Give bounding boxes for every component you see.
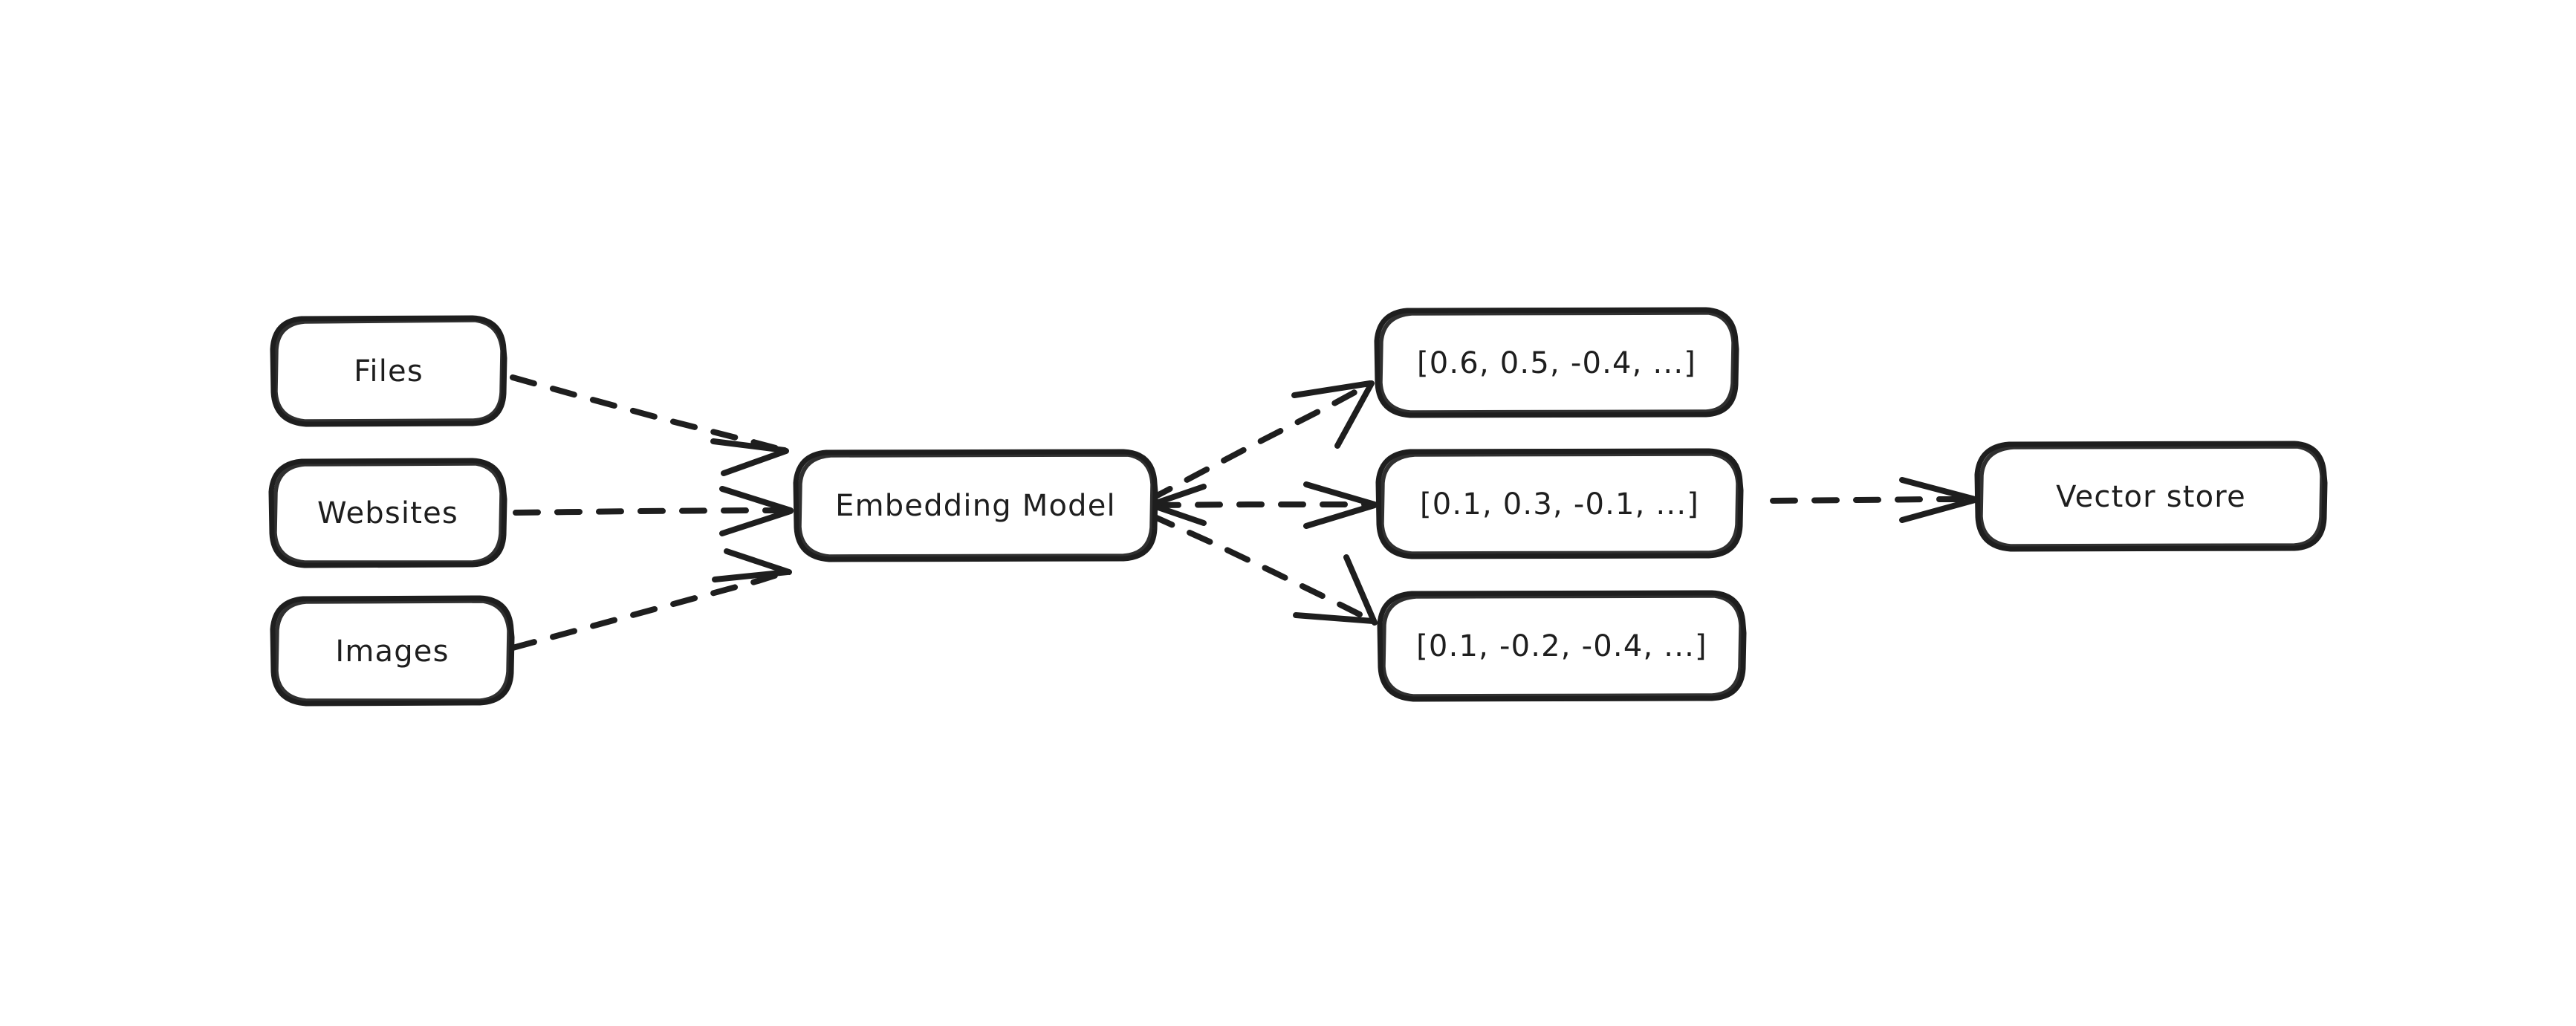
node-vector-1-hit[interactable]: [1377, 310, 1736, 416]
node-vector-store-hit[interactable]: [1977, 444, 2325, 550]
node-images-hit[interactable]: [273, 598, 512, 704]
node-websites-hit[interactable]: [271, 461, 505, 566]
edge-websites-to-model: [513, 486, 794, 536]
node-vector-2-hit[interactable]: [1378, 451, 1741, 557]
edge-model-to-vector-2: [1149, 481, 1378, 529]
edge-images-to-model: [510, 548, 792, 651]
edge-files-to-model: [510, 374, 789, 476]
edge-vectors-to-store: [1770, 477, 1978, 523]
node-vector-3-hit[interactable]: [1380, 593, 1744, 700]
node-embedding-model-hit[interactable]: [796, 452, 1155, 560]
edge-model-to-vector-3: [1149, 513, 1378, 626]
edge-model-to-vector-1: [1147, 380, 1375, 502]
diagram-canvas: Files Websites Images Embedding Model [0…: [0, 0, 2576, 1026]
node-files-hit[interactable]: [273, 318, 505, 425]
